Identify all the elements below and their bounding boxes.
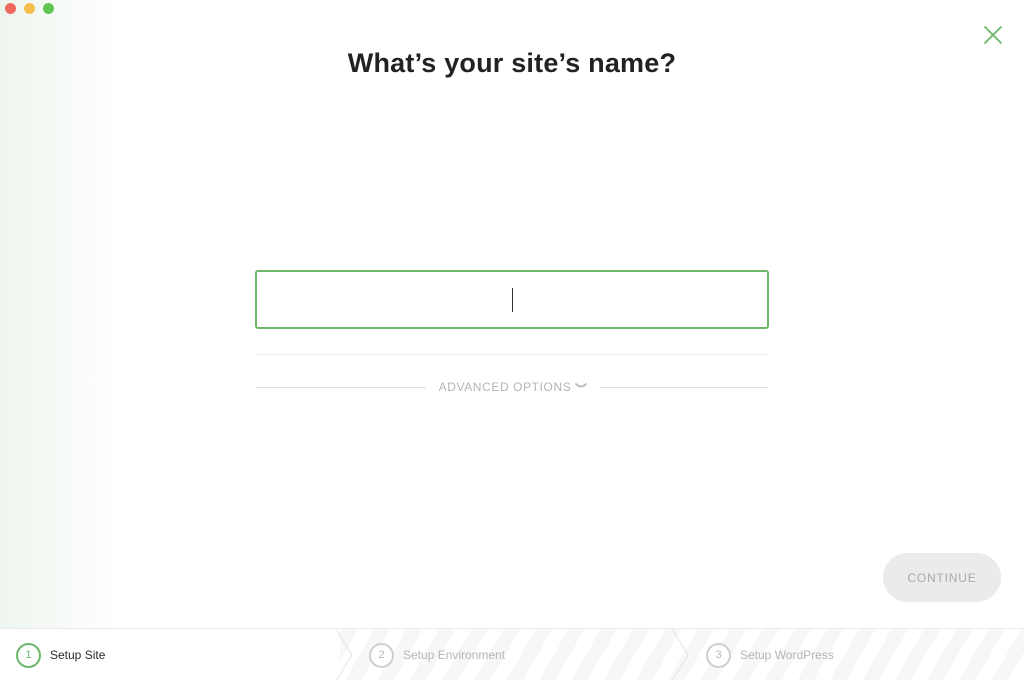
advanced-options-toggle[interactable]: ADVANCED OPTIONS xyxy=(434,379,592,395)
step-number: 1 xyxy=(16,642,41,668)
step-setup-wordpress[interactable]: 3 Setup WordPress xyxy=(706,629,834,680)
step-setup-environment[interactable]: 2 Setup Environment xyxy=(369,629,505,680)
window-maximize-button[interactable] xyxy=(43,3,54,14)
step-setup-site[interactable]: 1 Setup Site xyxy=(16,629,105,680)
advanced-options-label: ADVANCED OPTIONS xyxy=(438,380,572,394)
advanced-options-rule-right xyxy=(600,387,769,388)
window-close-button[interactable] xyxy=(5,3,16,14)
step-label: Setup Site xyxy=(50,648,106,662)
window-controls xyxy=(5,3,54,14)
input-divider xyxy=(256,354,769,355)
setup-steps-bar: 1 Setup Site 2 Setup Environment 3 Setup… xyxy=(0,628,1024,680)
step-number: 2 xyxy=(369,642,394,668)
page-title: What’s your site’s name? xyxy=(347,48,677,78)
text-caret xyxy=(512,288,513,312)
step-label: Setup WordPress xyxy=(740,648,834,662)
step-separator-arrow xyxy=(336,629,353,680)
chevron-down-icon xyxy=(575,383,588,388)
sidebar-gradient xyxy=(0,0,120,628)
continue-button[interactable]: CONTINUE xyxy=(883,553,1001,602)
step-number: 3 xyxy=(706,642,731,668)
close-x-icon[interactable] xyxy=(982,24,1004,46)
step-label: Setup Environment xyxy=(403,648,506,662)
setup-window: What’s your site’s name? ADVANCED OPTION… xyxy=(0,0,1024,680)
window-minimize-button[interactable] xyxy=(24,3,35,14)
advanced-options-rule-left xyxy=(256,387,426,388)
step-separator-arrow xyxy=(672,629,689,680)
